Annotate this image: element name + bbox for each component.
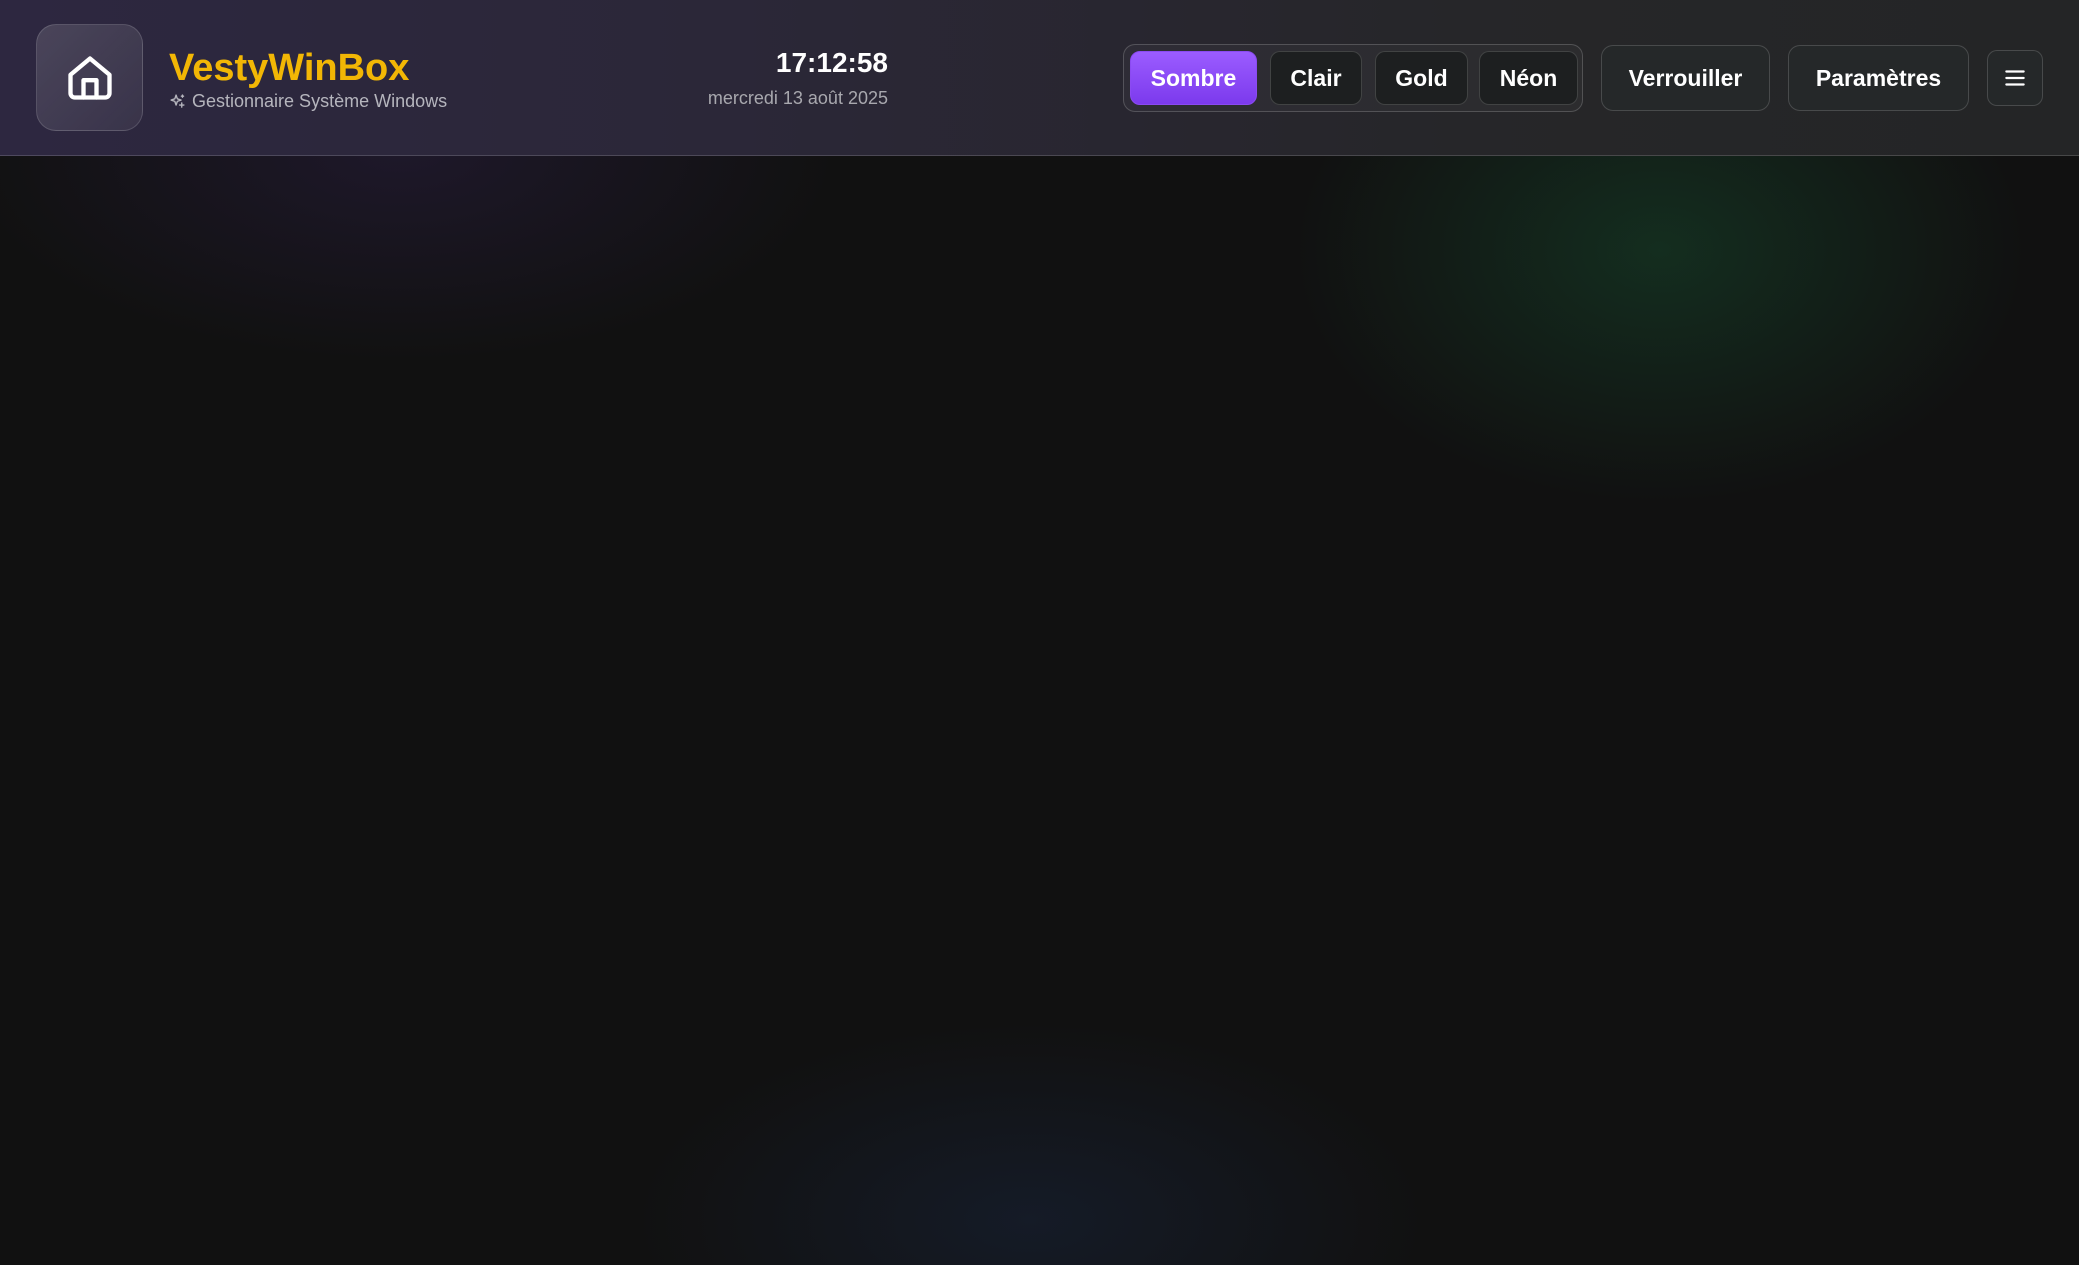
theme-button-clair[interactable]: Clair (1270, 51, 1362, 105)
app-title: VestyWinBox (169, 47, 410, 89)
theme-button-neon[interactable]: Néon (1479, 51, 1578, 105)
theme-switcher: Sombre Clair Gold Néon (1123, 44, 1583, 112)
theme-button-sombre[interactable]: Sombre (1130, 51, 1257, 105)
main-content-area (0, 157, 2079, 1265)
home-logo-button[interactable] (36, 24, 143, 131)
settings-button[interactable]: Paramètres (1788, 45, 1969, 111)
sparkles-icon (170, 93, 185, 108)
theme-button-gold[interactable]: Gold (1375, 51, 1468, 105)
home-icon (67, 55, 112, 100)
menu-button[interactable] (1987, 50, 2043, 106)
clock-date: mercredi 13 août 2025 (707, 88, 888, 108)
app-subtitle-text: Gestionnaire Système Windows (192, 90, 448, 111)
clock-time: 17:12:58 (775, 47, 888, 78)
app-header: VestyWinBox Gestionnaire Système Windows… (0, 0, 2079, 156)
app-subtitle: Gestionnaire Système Windows (169, 89, 447, 113)
hamburger-menu-icon (2005, 70, 2025, 86)
lock-button[interactable]: Verrouiller (1601, 45, 1770, 111)
